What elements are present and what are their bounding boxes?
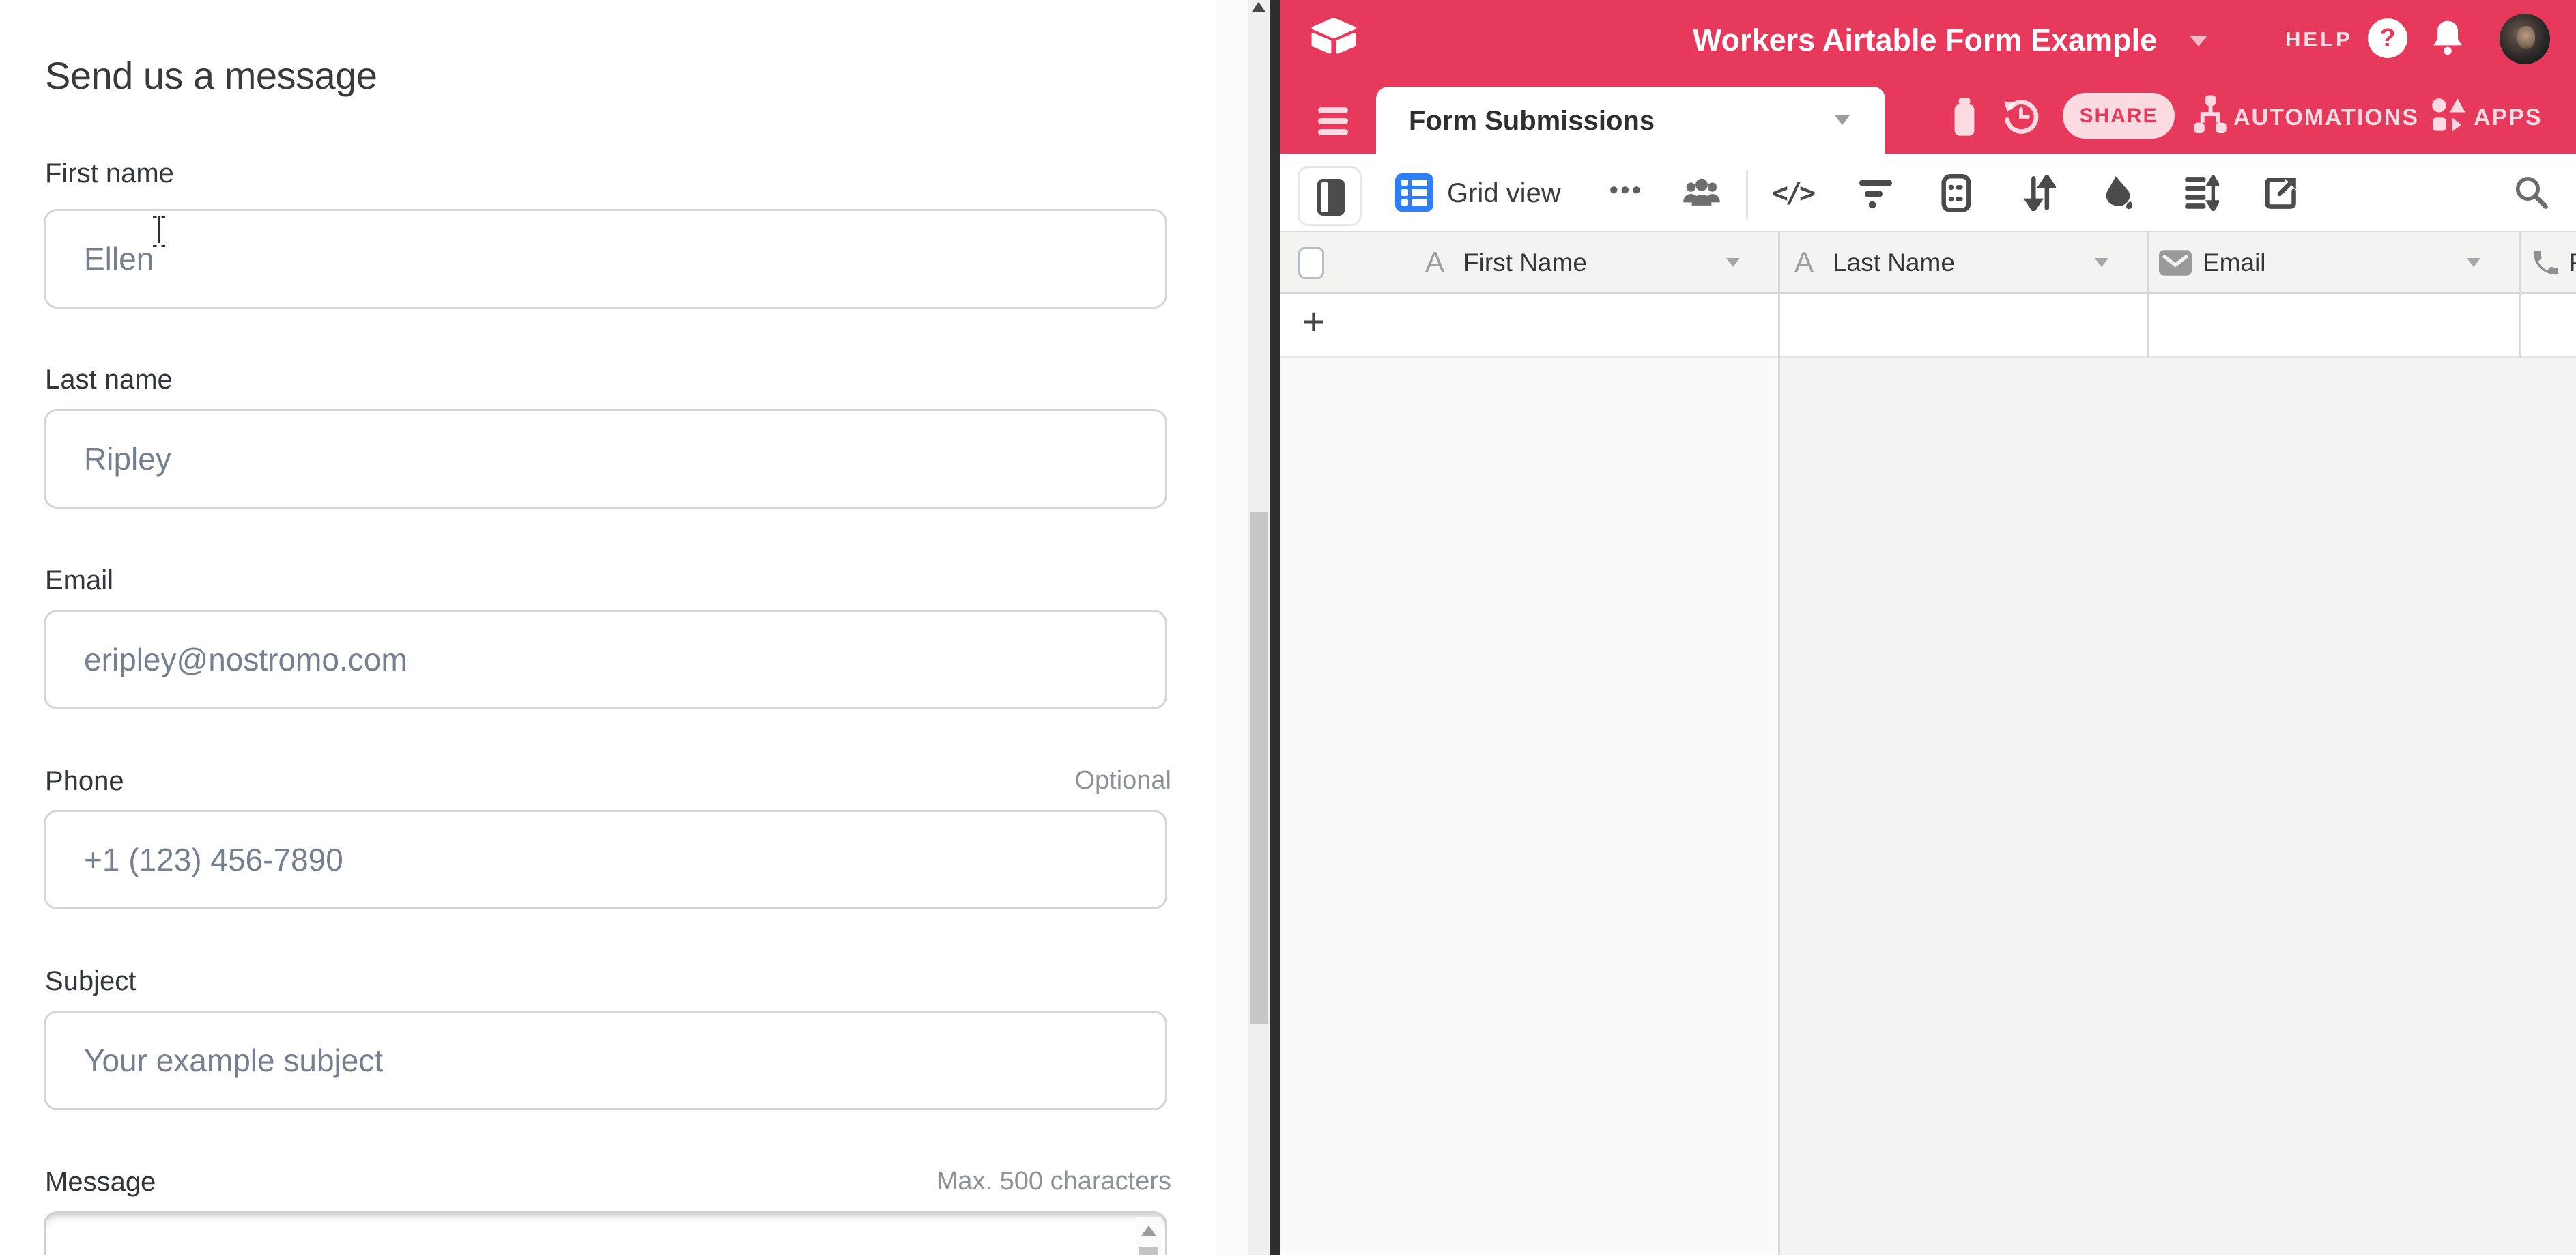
- panel-icon: [1317, 179, 1345, 216]
- email-input[interactable]: [44, 610, 1167, 709]
- scrollbar-thumb[interactable]: [1250, 512, 1268, 1024]
- phone-label: Phone: [45, 766, 124, 797]
- textarea-scroll-thumb[interactable]: [1139, 1247, 1158, 1255]
- column-divider: [2147, 231, 2149, 358]
- add-row-plus-icon: +: [1302, 299, 1325, 343]
- contact-form-pane: Send us a message First name Last name E…: [0, 0, 1215, 1255]
- filter-button[interactable]: [1857, 174, 1895, 212]
- view-switcher[interactable]: Grid view: [1447, 178, 1561, 209]
- column-header-email[interactable]: Email: [2147, 232, 2519, 292]
- view-options-button[interactable]: •••: [1609, 175, 1644, 204]
- collaborators-icon[interactable]: [1682, 174, 1721, 212]
- row-height-button[interactable]: [2182, 174, 2220, 212]
- sort-button[interactable]: [2020, 174, 2059, 212]
- table-tab-label: Form Submissions: [1409, 106, 1655, 137]
- sidebar-menu-icon[interactable]: [1318, 107, 1348, 136]
- automations-button[interactable]: AUTOMATIONS: [2233, 104, 2419, 131]
- column-caret-icon: [2467, 258, 2480, 267]
- scrollbar-up-arrow-icon[interactable]: [1252, 2, 1265, 12]
- column-header-phone[interactable]: P: [2519, 232, 2576, 292]
- phone-input[interactable]: [44, 810, 1167, 909]
- base-title[interactable]: Workers Airtable Form Example: [1693, 23, 2157, 58]
- airtable-topbar: Workers Airtable Form Example HELP ?: [1280, 0, 2576, 77]
- first-name-input[interactable]: [44, 209, 1167, 309]
- email-field-icon: [2159, 250, 2192, 276]
- phone-optional-note: Optional: [1074, 766, 1171, 795]
- page-gutter: [1215, 0, 1248, 1255]
- screen: Send us a message First name Last name E…: [0, 0, 2576, 1255]
- column-header-last-name[interactable]: A Last Name: [1778, 232, 2147, 292]
- grid-header-row: A First Name A Last Name Email: [1280, 231, 2576, 294]
- phone-field-icon: [2530, 247, 2561, 279]
- apps-button[interactable]: APPS: [2474, 104, 2543, 131]
- hide-fields-button[interactable]: </>: [1773, 174, 1812, 212]
- help-question-icon[interactable]: ?: [2368, 18, 2407, 58]
- email-label: Email: [45, 565, 113, 596]
- text-field-icon: A: [1794, 246, 1814, 279]
- airtable-logo-icon[interactable]: [1309, 16, 1358, 57]
- notifications-bell-icon[interactable]: [2429, 18, 2467, 59]
- window-divider: [1270, 0, 1280, 1255]
- search-icon[interactable]: [2513, 174, 2549, 210]
- user-avatar[interactable]: [2500, 14, 2550, 64]
- share-view-button[interactable]: [2261, 174, 2300, 212]
- grid-view-icon: [1395, 173, 1433, 212]
- view-sidebar-toggle-button[interactable]: [1298, 166, 1362, 226]
- help-button[interactable]: HELP: [2285, 27, 2353, 52]
- first-name-label: First name: [45, 158, 174, 189]
- message-label: Message: [45, 1167, 156, 1198]
- column-divider: [2519, 231, 2521, 358]
- message-text: Tenetur optio quaerat expedita vera et i…: [84, 1249, 992, 1255]
- color-button[interactable]: [2098, 174, 2136, 212]
- group-button[interactable]: [1937, 174, 1975, 212]
- trash-icon[interactable]: [1948, 98, 1981, 136]
- textarea-scrollbar[interactable]: [1136, 1217, 1161, 1255]
- column-caret-icon: [2095, 258, 2108, 267]
- subject-input[interactable]: [44, 1011, 1167, 1110]
- automations-icon[interactable]: [2192, 95, 2228, 136]
- add-row[interactable]: +: [1280, 294, 2576, 358]
- toolbar-divider: [1746, 170, 1748, 219]
- share-button[interactable]: SHARE: [2063, 93, 2175, 139]
- column-divider: [1778, 231, 1780, 1255]
- last-name-input[interactable]: [44, 409, 1167, 509]
- form-heading: Send us a message: [45, 53, 377, 98]
- subject-label: Subject: [45, 966, 136, 997]
- grid-body-first-column: [1280, 358, 1778, 1255]
- message-textarea[interactable]: Tenetur optio quaerat expedita vera et i…: [44, 1211, 1167, 1255]
- table-tab-caret-icon: [1835, 115, 1850, 125]
- history-icon[interactable]: [2003, 98, 2040, 136]
- airtable-pane: Workers Airtable Form Example HELP ? For…: [1280, 0, 2576, 1255]
- tab-form-submissions[interactable]: Form Submissions: [1376, 87, 1885, 154]
- last-name-label: Last name: [45, 365, 173, 395]
- view-toolbar: Grid view ••• </>: [1280, 154, 2576, 231]
- apps-icon[interactable]: [2431, 96, 2467, 135]
- text-cursor-icon: [152, 216, 167, 243]
- base-title-caret-icon: [2190, 36, 2207, 46]
- message-maxchars-note: Max. 500 characters: [936, 1167, 1171, 1196]
- scroll-up-arrow-icon[interactable]: [1141, 1226, 1156, 1236]
- airtable-tabbar: Form Submissions SHARE: [1280, 77, 2576, 154]
- column-caret-icon: [1726, 258, 1740, 267]
- text-field-icon: A: [1425, 246, 1444, 279]
- window-scrollbar[interactable]: [1248, 0, 1270, 1255]
- column-header-first-name[interactable]: A First Name: [1280, 232, 1778, 292]
